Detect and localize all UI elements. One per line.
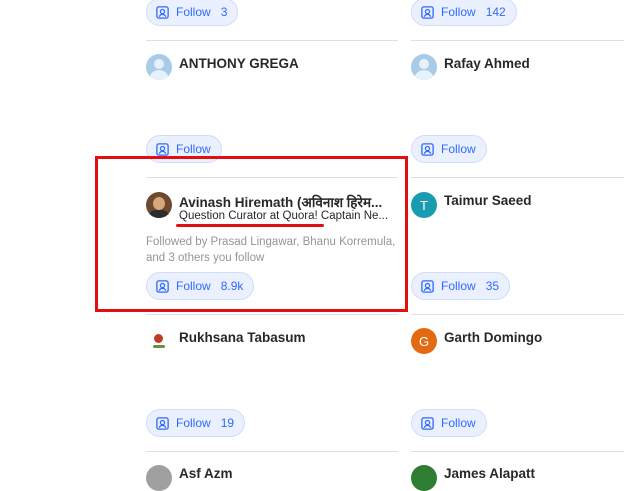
add-user-icon [156, 142, 169, 156]
row-divider [411, 314, 624, 315]
follow-label: Follow [441, 416, 476, 430]
avatar[interactable]: G [411, 328, 437, 354]
avatar[interactable] [411, 54, 437, 80]
follow-button[interactable]: Follow [411, 409, 487, 437]
follower-count: 35 [485, 279, 500, 293]
avatar-initial: G [418, 333, 430, 349]
follow-button[interactable]: Follow 3 [146, 0, 239, 26]
user-name[interactable]: Rukhsana Tabasum [179, 330, 394, 345]
follow-label: Follow [176, 5, 211, 19]
user-name[interactable]: Rafay Ahmed [444, 56, 622, 71]
row-divider [146, 451, 398, 452]
row-divider [146, 40, 398, 41]
user-name[interactable]: Taimur Saeed [444, 193, 622, 208]
follow-button[interactable]: Follow [411, 135, 487, 163]
row-divider [411, 40, 624, 41]
user-name[interactable]: ANTHONY GREGA [179, 56, 394, 71]
avatar[interactable] [146, 465, 172, 491]
add-user-icon [156, 5, 169, 19]
row-divider [411, 451, 624, 452]
follower-count: 19 [220, 416, 235, 430]
add-user-icon [421, 5, 434, 19]
avatar[interactable] [411, 465, 437, 491]
row-divider [411, 177, 624, 178]
follow-label: Follow [441, 5, 476, 19]
add-user-icon [421, 142, 434, 156]
highlight-box [95, 156, 408, 312]
add-user-icon [156, 416, 169, 430]
follow-label: Follow [441, 279, 476, 293]
user-name[interactable]: Garth Domingo [444, 330, 622, 345]
follow-button[interactable]: Follow 35 [411, 272, 511, 300]
add-user-icon [421, 279, 434, 293]
highlight-underline [176, 224, 324, 227]
row-divider [146, 314, 398, 315]
add-user-icon [421, 416, 434, 430]
follow-label: Follow [176, 142, 211, 156]
avatar[interactable]: T [411, 192, 437, 218]
suggested-people-grid: Follow 3 Follow 142 ANTHONY GREGA Follow… [0, 0, 624, 491]
follow-label: Follow [441, 142, 476, 156]
follow-button[interactable]: Follow 142 [411, 0, 517, 26]
follow-label: Follow [176, 416, 211, 430]
avatar[interactable] [146, 54, 172, 80]
follow-button[interactable]: Follow 19 [146, 409, 246, 437]
follower-count: 142 [485, 5, 506, 19]
follower-count: 3 [220, 5, 228, 19]
avatar-initial: T [420, 197, 428, 213]
avatar[interactable] [146, 328, 172, 354]
